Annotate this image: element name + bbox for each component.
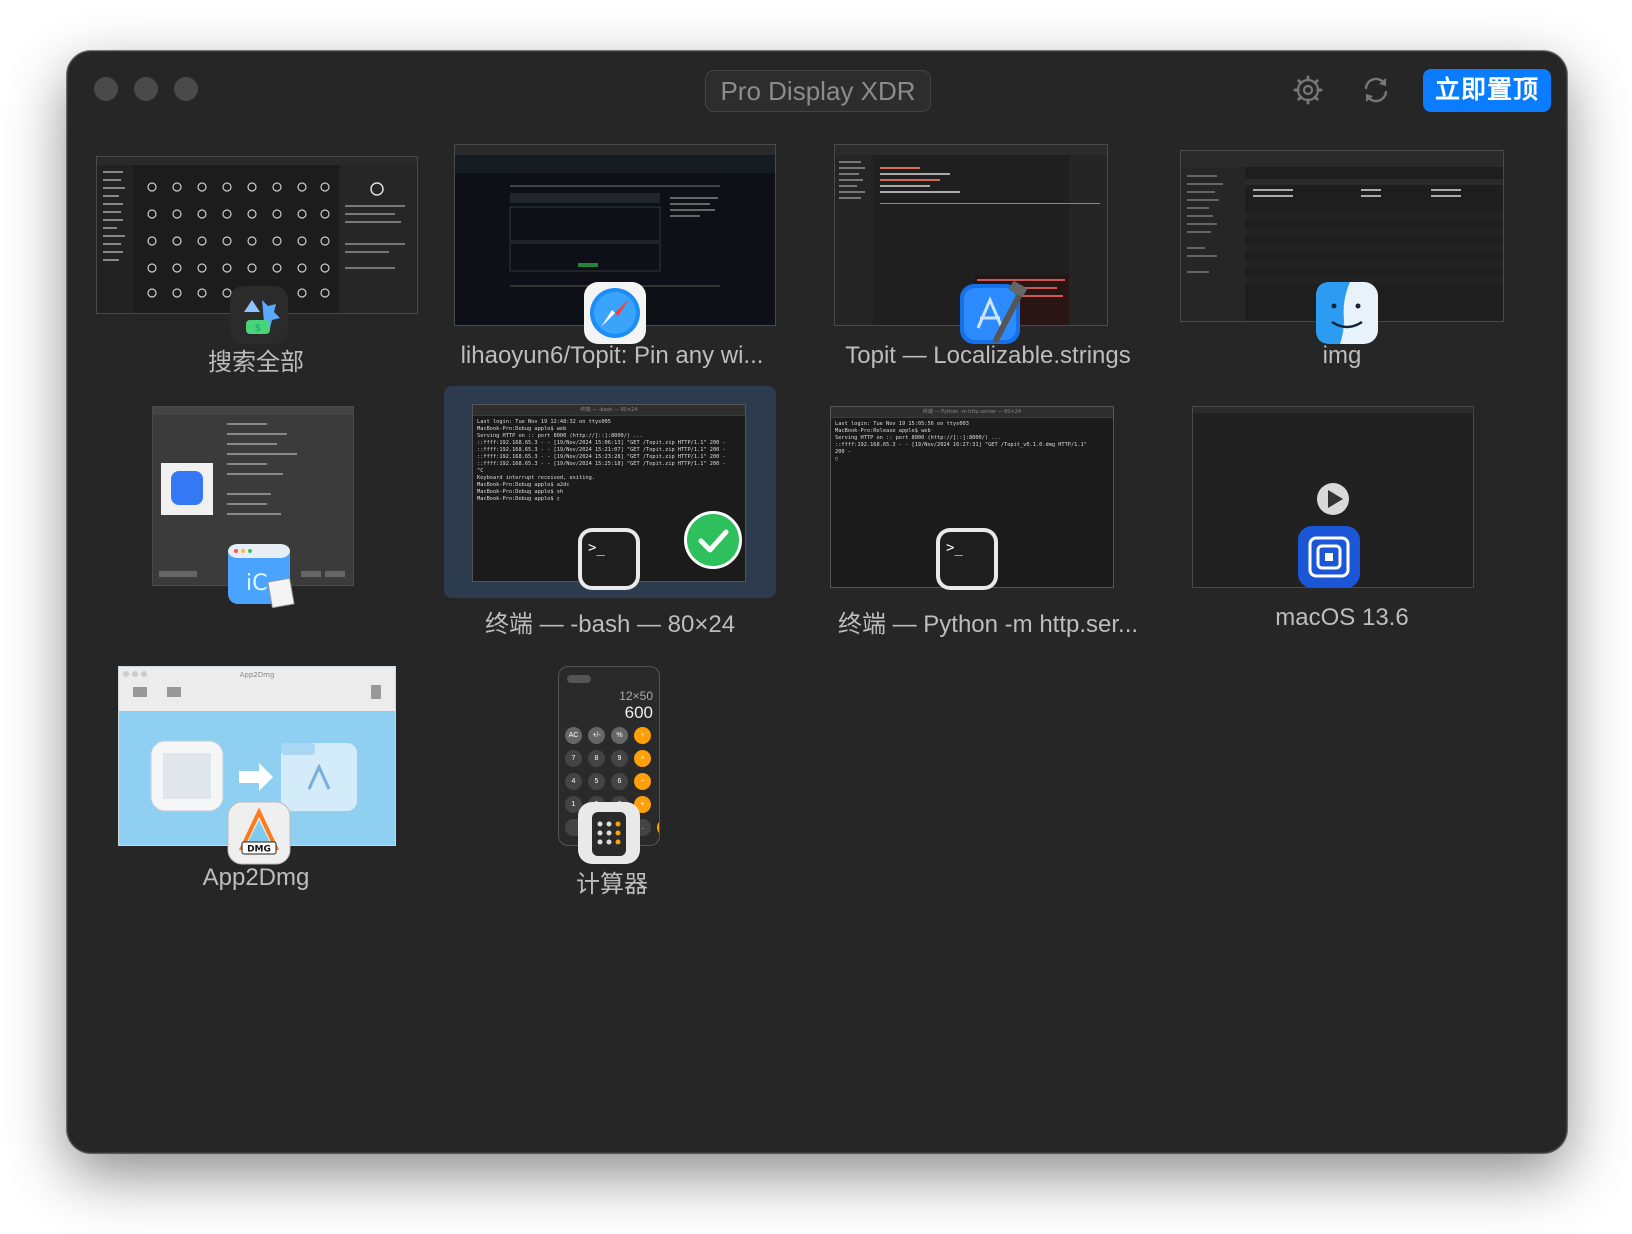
svg-text:$: $ [255, 323, 261, 334]
terminal-output: Last login: Tue Nov 19 12:48:32 on ttys0… [473, 405, 745, 503]
display-selector[interactable]: Pro Display XDR [705, 70, 931, 112]
calculator-key: 4 [565, 773, 582, 790]
calculator-key: 6 [611, 773, 628, 790]
calculator-key: × [634, 750, 651, 767]
app2dmg-icon: DMG [226, 800, 292, 866]
terminal-line: ^C [477, 468, 484, 474]
calculator-key: 5 [588, 773, 605, 790]
window-item-label: 搜索全部 [208, 349, 304, 376]
terminal-line: 200 - [835, 449, 851, 455]
window-item[interactable]: App2Dmg DMG App2Dmg [78, 664, 432, 904]
safari-icon [582, 280, 648, 346]
topit-window: Pro Display XDR 立即置顶 $ 搜索全部 lihaoyun6/To… [67, 51, 1567, 1153]
terminal-line: MacBook-Pro:Debug apple$ ▯ [477, 496, 560, 502]
terminal-line: MacBook-Pro:Debug apple$ a2dc [477, 482, 570, 488]
checkmark-icon [684, 511, 742, 569]
terminal-line: MacBook-Pro:Debug apple$ sh [477, 489, 564, 495]
calculator-icon [576, 800, 642, 866]
svg-text:DMG: DMG [247, 845, 271, 855]
virtual-machine-icon [1296, 524, 1362, 590]
calculator-key: 9 [611, 750, 628, 767]
gear-icon[interactable] [1290, 72, 1326, 108]
zoom-button[interactable] [174, 77, 198, 101]
window-item-label: lihaoyun6/Topit: Pin any wi... [460, 342, 764, 369]
calculator-key: 7 [565, 750, 582, 767]
calculator-expression: 12×50 [619, 689, 653, 703]
terminal-line: ::ffff:192.168.65.3 - - [19/Nov/2024 16:… [835, 442, 1087, 448]
terminal-icon: >_ [576, 526, 642, 592]
svg-text:>_: >_ [946, 540, 963, 556]
window-item-label: Topit — Localizable.strings [845, 342, 1131, 369]
window-item-label: 计算器 [576, 871, 648, 898]
terminal-line: MacBook-Pro:Release apple$ web [835, 428, 931, 434]
window-item[interactable]: iC [78, 404, 432, 644]
window-item[interactable]: Topit — Localizable.strings [810, 142, 1164, 382]
terminal-line: MacBook-Pro:Debug apple$ web [477, 426, 567, 432]
terminal-line: Keyboard interrupt received, exiting. [477, 475, 595, 481]
window-item-label: App2Dmg [202, 864, 310, 891]
window-item[interactable]: 终端 — Python -m http.server — 80×24 Last … [810, 404, 1164, 644]
window-item-label: 终端 — Python -m http.ser... [837, 611, 1139, 638]
terminal-line: Last login: Tue Nov 19 15:05:56 on ttys0… [835, 421, 969, 427]
terminal-line: ::ffff:192.168.65.3 - - [19/Nov/2024 15:… [477, 454, 726, 460]
xcode-icon [958, 280, 1027, 346]
terminal-line: ::ffff:192.168.65.3 - - [19/Nov/2024 15:… [477, 440, 726, 446]
icon-composer-icon: iC [226, 540, 295, 609]
window-item-selected[interactable]: 终端 — -bash — 80×24 Last login: Tue Nov 1… [444, 386, 776, 598]
calculator-key: +/- [588, 727, 605, 744]
terminal-line: ::ffff:192.168.65.3 - - [19/Nov/2024 15:… [477, 447, 726, 453]
window-item-label: img [1322, 342, 1362, 369]
svg-text:>_: >_ [588, 540, 605, 556]
terminal-line: Last login: Tue Nov 19 12:48:32 on ttys0… [477, 419, 611, 425]
close-button[interactable] [94, 77, 118, 101]
window-item[interactable]: macOS 13.6 [1176, 404, 1530, 644]
terminal-line: Serving HTTP on :: port 8000 (http://[::… [835, 435, 1001, 441]
calculator-key: − [634, 773, 651, 790]
calculator-key: % [611, 727, 628, 744]
window-item[interactable]: 12×50 600 AC+/-%÷789×456−123+0.= 计算器 [444, 664, 798, 904]
finder-icon [1314, 280, 1380, 346]
refresh-icon[interactable] [1358, 72, 1394, 108]
svg-text:iC: iC [246, 571, 267, 596]
calculator-key: 8 [588, 750, 605, 767]
terminal-icon: >_ [934, 526, 1000, 592]
pin-now-button[interactable]: 立即置顶 [1423, 69, 1551, 112]
terminal-line: ▯ [835, 456, 839, 462]
calculator-key: ÷ [634, 727, 651, 744]
window-item-label: macOS 13.6 [1275, 604, 1409, 631]
window-item[interactable]: img [1176, 142, 1530, 382]
calculator-key: AC [565, 727, 582, 744]
terminal-line: ::ffff:192.168.65.3 - - [19/Nov/2024 15:… [477, 461, 726, 467]
calculator-key: = [657, 819, 659, 836]
calculator-result: 600 [624, 703, 653, 722]
window-item-label: 终端 — -bash — 80×24 [484, 611, 736, 638]
minimize-button[interactable] [134, 77, 158, 101]
svg-text:App2Dmg: App2Dmg [240, 671, 275, 679]
terminal-line: Serving HTTP on :: port 8000 (http://[::… [477, 433, 643, 439]
sf-symbols-icon: $ [226, 282, 292, 348]
window-item[interactable]: lihaoyun6/Topit: Pin any wi... [444, 142, 798, 382]
window-item[interactable]: $ 搜索全部 [78, 142, 432, 382]
